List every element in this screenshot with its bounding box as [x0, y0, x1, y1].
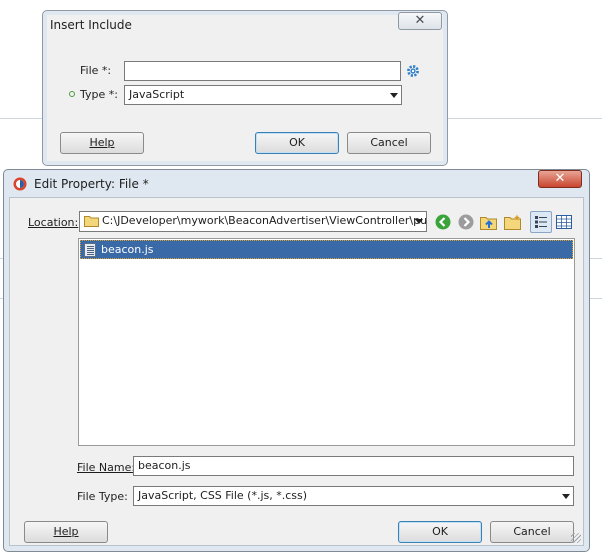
edit-property-dialog: Edit Property: File * ✕ Location: C:\JDe… — [3, 169, 590, 552]
help-button-label: Help — [53, 525, 79, 538]
insert-include-dialog: Insert Include ✕ File *: Type *: JavaScr… — [42, 10, 448, 166]
help-button[interactable]: Help — [60, 132, 144, 154]
folder-icon — [84, 215, 99, 227]
list-item-name: beacon.js — [101, 243, 154, 256]
file-type-label-text: File Type: — [77, 490, 128, 503]
file-name-label: File Name: — [77, 461, 135, 474]
file-name-input[interactable]: beacon.js — [133, 456, 574, 476]
cancel-button-label: Cancel — [513, 525, 551, 538]
file-label: File *: — [80, 64, 112, 77]
file-type-label: File Type: — [77, 490, 128, 503]
file-input[interactable] — [124, 61, 401, 81]
type-select[interactable]: JavaScript — [124, 85, 402, 105]
help-button-label: Help — [89, 136, 115, 149]
type-select-value: JavaScript — [129, 88, 185, 101]
back-arrow-icon[interactable] — [433, 212, 453, 232]
cancel-button[interactable]: Cancel — [347, 132, 431, 154]
help-button[interactable]: Help — [24, 521, 108, 543]
details-view-icon[interactable] — [554, 212, 574, 232]
forward-arrow-icon[interactable] — [456, 212, 476, 232]
info-indicator-icon — [69, 91, 75, 97]
chevron-down-icon — [562, 494, 570, 499]
dialog-body: Location: C:\JDeveloper\mywork\BeaconAdv… — [9, 197, 584, 546]
javascript-file-icon — [84, 243, 96, 257]
close-button[interactable]: ✕ — [398, 12, 442, 30]
ok-button-label: OK — [289, 136, 305, 149]
dialog-title: Insert Include — [50, 18, 132, 32]
ok-button-label: OK — [432, 525, 448, 538]
up-folder-icon[interactable] — [479, 212, 499, 232]
dialog-title: Edit Property: File * — [34, 177, 149, 191]
cancel-button[interactable]: Cancel — [490, 521, 574, 543]
location-path: C:\JDeveloper\mywork\BeaconAdvertiser\Vi… — [102, 214, 427, 227]
file-type-select[interactable]: JavaScript, CSS File (*.js, *.css) — [133, 486, 574, 506]
ok-button[interactable]: OK — [255, 132, 339, 154]
type-label: Type *: — [80, 88, 118, 101]
gear-icon[interactable] — [405, 63, 421, 79]
location-select[interactable]: C:\JDeveloper\mywork\BeaconAdvertiser\Vi… — [79, 211, 427, 232]
file-name-label-text: File Name: — [77, 461, 136, 474]
list-view-icon[interactable] — [530, 211, 552, 233]
close-icon: ✕ — [414, 13, 426, 28]
list-item[interactable]: beacon.js — [80, 240, 573, 259]
chevron-down-icon — [390, 93, 398, 98]
chevron-down-icon — [415, 219, 423, 224]
location-label-text: Location: — [28, 216, 79, 229]
new-folder-icon[interactable] — [503, 212, 523, 232]
location-label: Location: — [28, 216, 78, 229]
file-list[interactable]: beacon.js — [78, 238, 575, 446]
close-button[interactable]: ✕ — [538, 170, 582, 188]
close-icon: ✕ — [554, 171, 566, 186]
file-type-value: JavaScript, CSS File (*.js, *.css) — [138, 489, 308, 502]
ok-button[interactable]: OK — [398, 521, 482, 543]
cancel-button-label: Cancel — [370, 136, 408, 149]
resize-grip[interactable] — [571, 533, 581, 543]
app-logo-icon — [13, 177, 27, 191]
